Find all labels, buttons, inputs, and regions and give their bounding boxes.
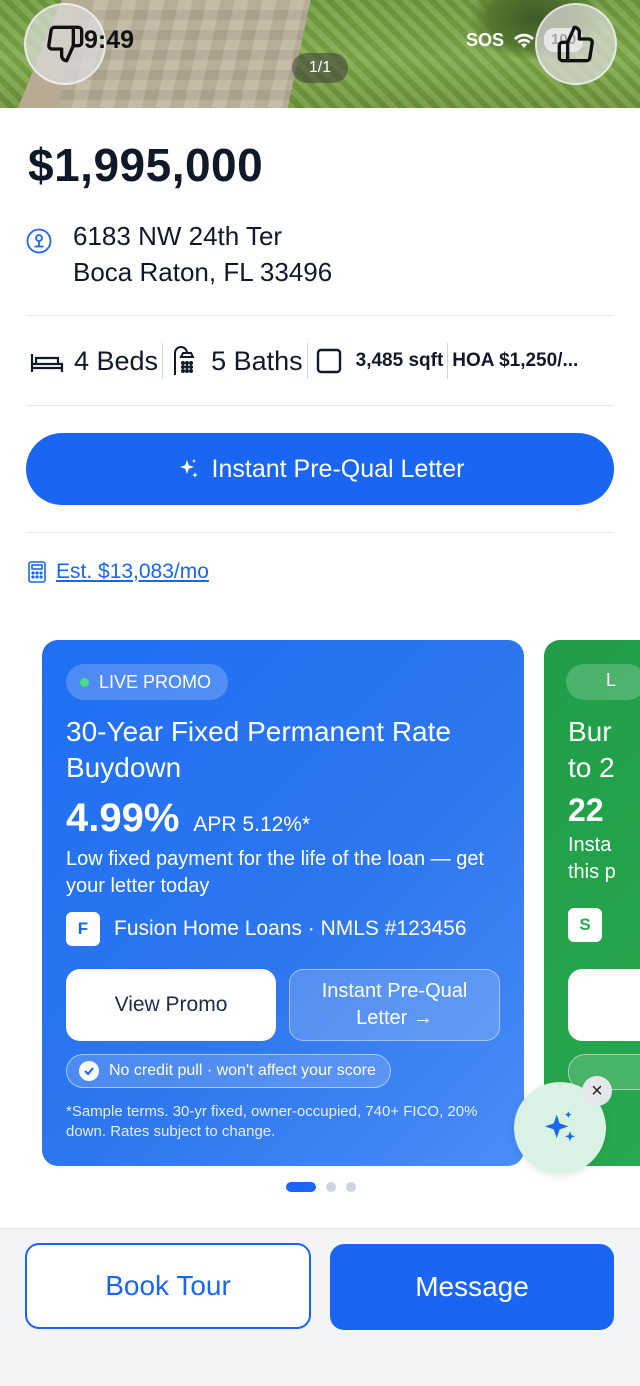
monthly-estimate: Est. $13,083/mo [56,560,209,583]
message-button[interactable]: Message [330,1244,614,1330]
spec-separator [447,343,449,379]
property-specs: 4 Beds 5 Baths 3,485 sqft HOA $1,250/... [30,341,578,381]
address-line-2[interactable]: Boca Raton, FL 33496 [73,257,332,288]
next-promo-desc-line2: this p [568,861,616,883]
thumbs-down-icon [47,25,84,63]
thumbs-up-icon [557,25,594,63]
divider [26,405,614,406]
check-badge-icon [79,1061,99,1081]
next-promo-button[interactable] [568,969,640,1041]
divider [26,532,614,533]
carousel-dot[interactable] [346,1182,356,1192]
next-promo-description: Insta this p [568,832,616,886]
credit-pull-note: No credit pull · won't affect your score [66,1054,391,1088]
promo-disclaimer: *Sample terms. 30-yr fixed, owner-occupi… [66,1103,478,1140]
like-button[interactable] [535,3,617,85]
status-time: 9:49 [84,26,135,54]
instant-prequal-label: Instant Pre-Qual Letter [211,454,465,483]
promo-rate-row: 4.99% APR 5.12%* [66,796,310,841]
instant-prequal-button[interactable]: Instant Pre-Qual Letter [26,433,614,505]
next-promo-badge [566,664,640,700]
spec-separator [162,343,164,379]
sqft-value: 3,485 sqft [355,350,444,371]
lender-logo: F [66,912,100,946]
square-icon [312,346,346,376]
live-promo-badge: LIVE PROMO [66,664,229,700]
beds-count: 4 Beds [74,345,159,376]
carousel-dot[interactable] [326,1182,336,1192]
monthly-estimate-link[interactable]: Est. $13,083/mo [28,560,209,584]
photo-counter: 1/1 [292,53,348,83]
shower-icon [167,346,201,376]
sos-label: SOS [466,29,505,50]
promo-card[interactable]: LIVE PROMO 30-Year Fixed Permanent Rate … [42,640,524,1166]
book-tour-button[interactable]: Book Tour [25,1243,311,1329]
next-promo-title-line1: Bur [568,716,612,747]
close-icon[interactable]: × [582,1076,612,1106]
promo-lender: F Fusion Home Loans · NMLS #123456 [66,912,467,946]
promo-description: Low fixed payment for the life of the lo… [66,848,485,897]
next-promo-title-line2: to 2 [568,752,615,783]
spec-separator [306,343,308,379]
baths-count: 5 Baths [211,345,303,376]
next-promo-title: Bur to 2 [568,714,615,786]
carousel-dot-active[interactable] [286,1182,316,1192]
address-line-1[interactable]: 6183 NW 24th Ter [73,221,282,252]
calculator-icon [28,561,46,583]
bed-icon [30,346,64,376]
next-lender-logo: S [568,908,602,942]
listing-price: $1,995,000 [28,139,264,191]
next-promo-badge-label: L [606,670,617,690]
lender-name: Fusion Home Loans · NMLS #123456 [114,917,467,940]
sparkle-icon [179,459,198,478]
credit-pull-label: No credit pull · won't affect your score [109,1062,376,1079]
promo-rate: 4.99% [66,796,180,840]
sparkle-icon [545,1111,575,1142]
wifi-icon [514,33,535,48]
next-promo-desc-line1: Insta [568,834,612,856]
next-promo-rate: 22 [568,792,604,828]
promo-prequal-button[interactable]: Instant Pre-Qual Letter → [289,969,500,1041]
hoa-value: HOA $1,250/... [452,350,579,371]
location-icon [26,228,52,254]
live-dot-icon [80,677,89,687]
promo-apr: APR 5.12%* [193,813,311,836]
promo-title: 30-Year Fixed Permanent Rate Buydown [66,716,451,783]
live-promo-label: LIVE PROMO [99,671,212,692]
carousel-pagination[interactable] [286,1182,356,1192]
divider [26,315,614,316]
view-promo-button[interactable]: View Promo [66,969,276,1041]
